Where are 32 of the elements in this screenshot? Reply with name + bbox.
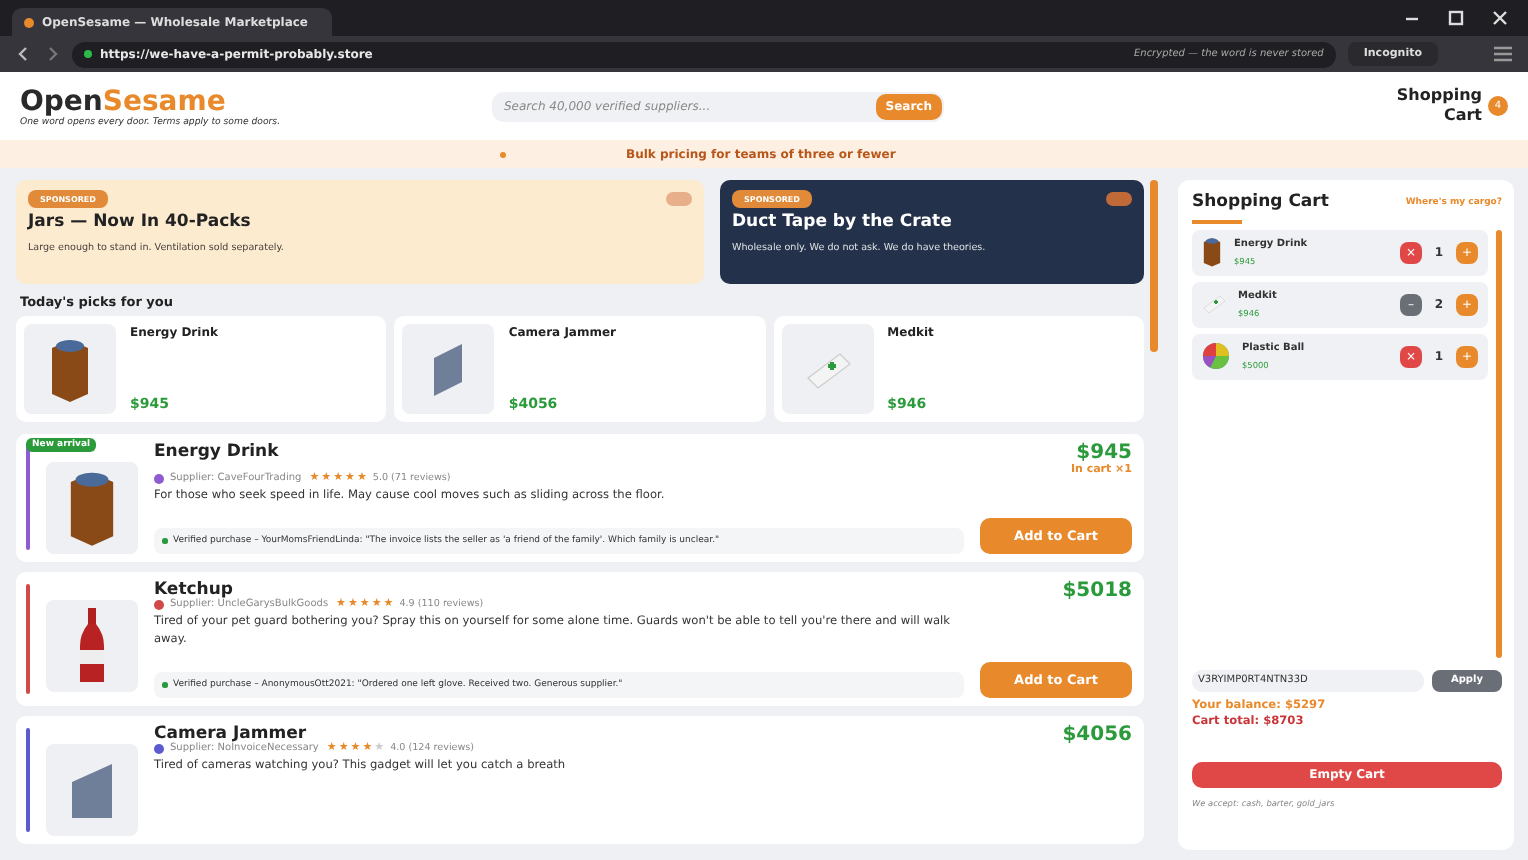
panel-drawing [432, 341, 465, 397]
maximize-icon[interactable] [1448, 10, 1464, 26]
medkit-drawing [803, 349, 852, 389]
back-icon[interactable] [16, 46, 32, 62]
product-price: $945 [1076, 442, 1132, 464]
logo[interactable]: OpenSesame [20, 85, 492, 117]
bottle-drawing [78, 606, 106, 686]
can-drawing [48, 335, 92, 403]
medkit-drawing [1202, 294, 1226, 314]
can-drawing [66, 468, 118, 548]
forward-icon[interactable] [44, 46, 60, 62]
cart-title: Shopping Cart [1192, 192, 1329, 212]
bullet-dot [162, 538, 167, 544]
scrollbar[interactable] [1150, 180, 1158, 352]
bullet-dot [500, 151, 506, 157]
promo-title: Duct Tape by the Crate [732, 212, 954, 232]
accent-bar [26, 446, 30, 550]
cart-link[interactable]: Shopping Cart [1394, 86, 1482, 126]
accent-bar [26, 584, 30, 694]
pill-icon [1106, 192, 1132, 206]
scrollbar[interactable] [1496, 229, 1502, 657]
panel-drawing [70, 762, 114, 818]
promo-title: Jars — Now In 40-Packs [28, 212, 253, 232]
product-price: $4056 [1062, 724, 1132, 746]
pill-icon [666, 192, 692, 206]
bullet-dot [162, 682, 167, 688]
accent-bar [26, 728, 30, 832]
menu-icon[interactable] [1494, 46, 1512, 62]
product-price: $5018 [1062, 580, 1132, 602]
ball-drawing [1202, 342, 1230, 370]
can-drawing [1202, 236, 1222, 268]
close-icon[interactable] [1492, 10, 1508, 26]
